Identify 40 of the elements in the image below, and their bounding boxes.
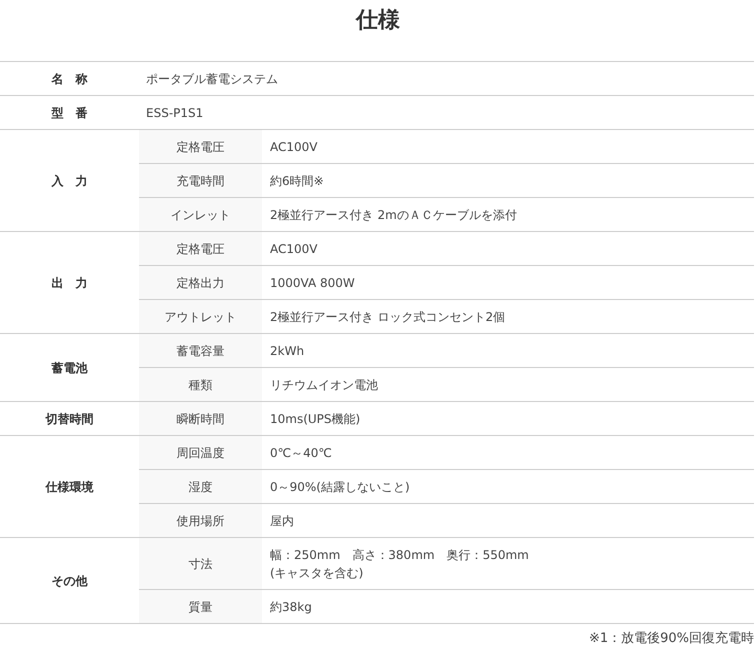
group-label: 型 番 xyxy=(0,96,139,130)
group-label: 仕様環境 xyxy=(0,436,139,538)
value-cell: 0～90%(結露しないこと) xyxy=(262,470,754,504)
value-cell: 約38kg xyxy=(262,590,754,624)
row-label: 湿度 xyxy=(139,470,262,504)
value-cell: AC100V xyxy=(262,130,754,164)
value-cell: リチウムイオン電池 xyxy=(262,368,754,402)
value-cell: 幅：250mm 高さ：380mm 奥行：550mm (キャスタを含む) xyxy=(262,538,754,590)
row-label: 充電時間 xyxy=(139,164,262,198)
group-label: 出 力 xyxy=(0,232,139,334)
row-label: アウトレット xyxy=(139,300,262,334)
value-cell: 屋内 xyxy=(262,504,754,538)
footnote: ※1：放電後90%回復充電時 xyxy=(588,631,754,646)
value-cell: 2極並行アース付き ロック式コンセント2個 xyxy=(262,300,754,334)
group-label: 蓄電池 xyxy=(0,334,139,402)
group-label: 切替時間 xyxy=(0,402,139,436)
value-cell: 0℃～40℃ xyxy=(262,436,754,470)
value-cell: 1000VA 800W xyxy=(262,266,754,300)
row-label: 質量 xyxy=(139,590,262,624)
row-label: インレット xyxy=(139,198,262,232)
value-cell: AC100V xyxy=(262,232,754,266)
page-title: 仕様 xyxy=(354,7,401,35)
group-label: その他 xyxy=(0,538,139,624)
value-cell: 約6時間※ xyxy=(262,164,754,198)
row-label: 定格電圧 xyxy=(139,232,262,266)
group-label: 名 称 xyxy=(0,62,139,96)
value-cell: ESS-P1S1 xyxy=(139,96,754,130)
value-cell: ポータブル蓄電システム xyxy=(139,62,754,96)
row-label: 定格出力 xyxy=(139,266,262,300)
row-label: 蓄電容量 xyxy=(139,334,262,368)
row-label: 定格電圧 xyxy=(139,130,262,164)
row-label: 周回温度 xyxy=(139,436,262,470)
value-cell: 2極並行アース付き 2mのＡＣケーブルを添付 xyxy=(262,198,754,232)
value-cell: 2kWh xyxy=(262,334,754,368)
row-label: 瞬断時間 xyxy=(139,402,262,436)
row-label: 種類 xyxy=(139,368,262,402)
value-cell: 10ms(UPS機能) xyxy=(262,402,754,436)
row-label: 使用場所 xyxy=(139,504,262,538)
group-label: 入 力 xyxy=(0,130,139,232)
row-label: 寸法 xyxy=(139,538,262,590)
